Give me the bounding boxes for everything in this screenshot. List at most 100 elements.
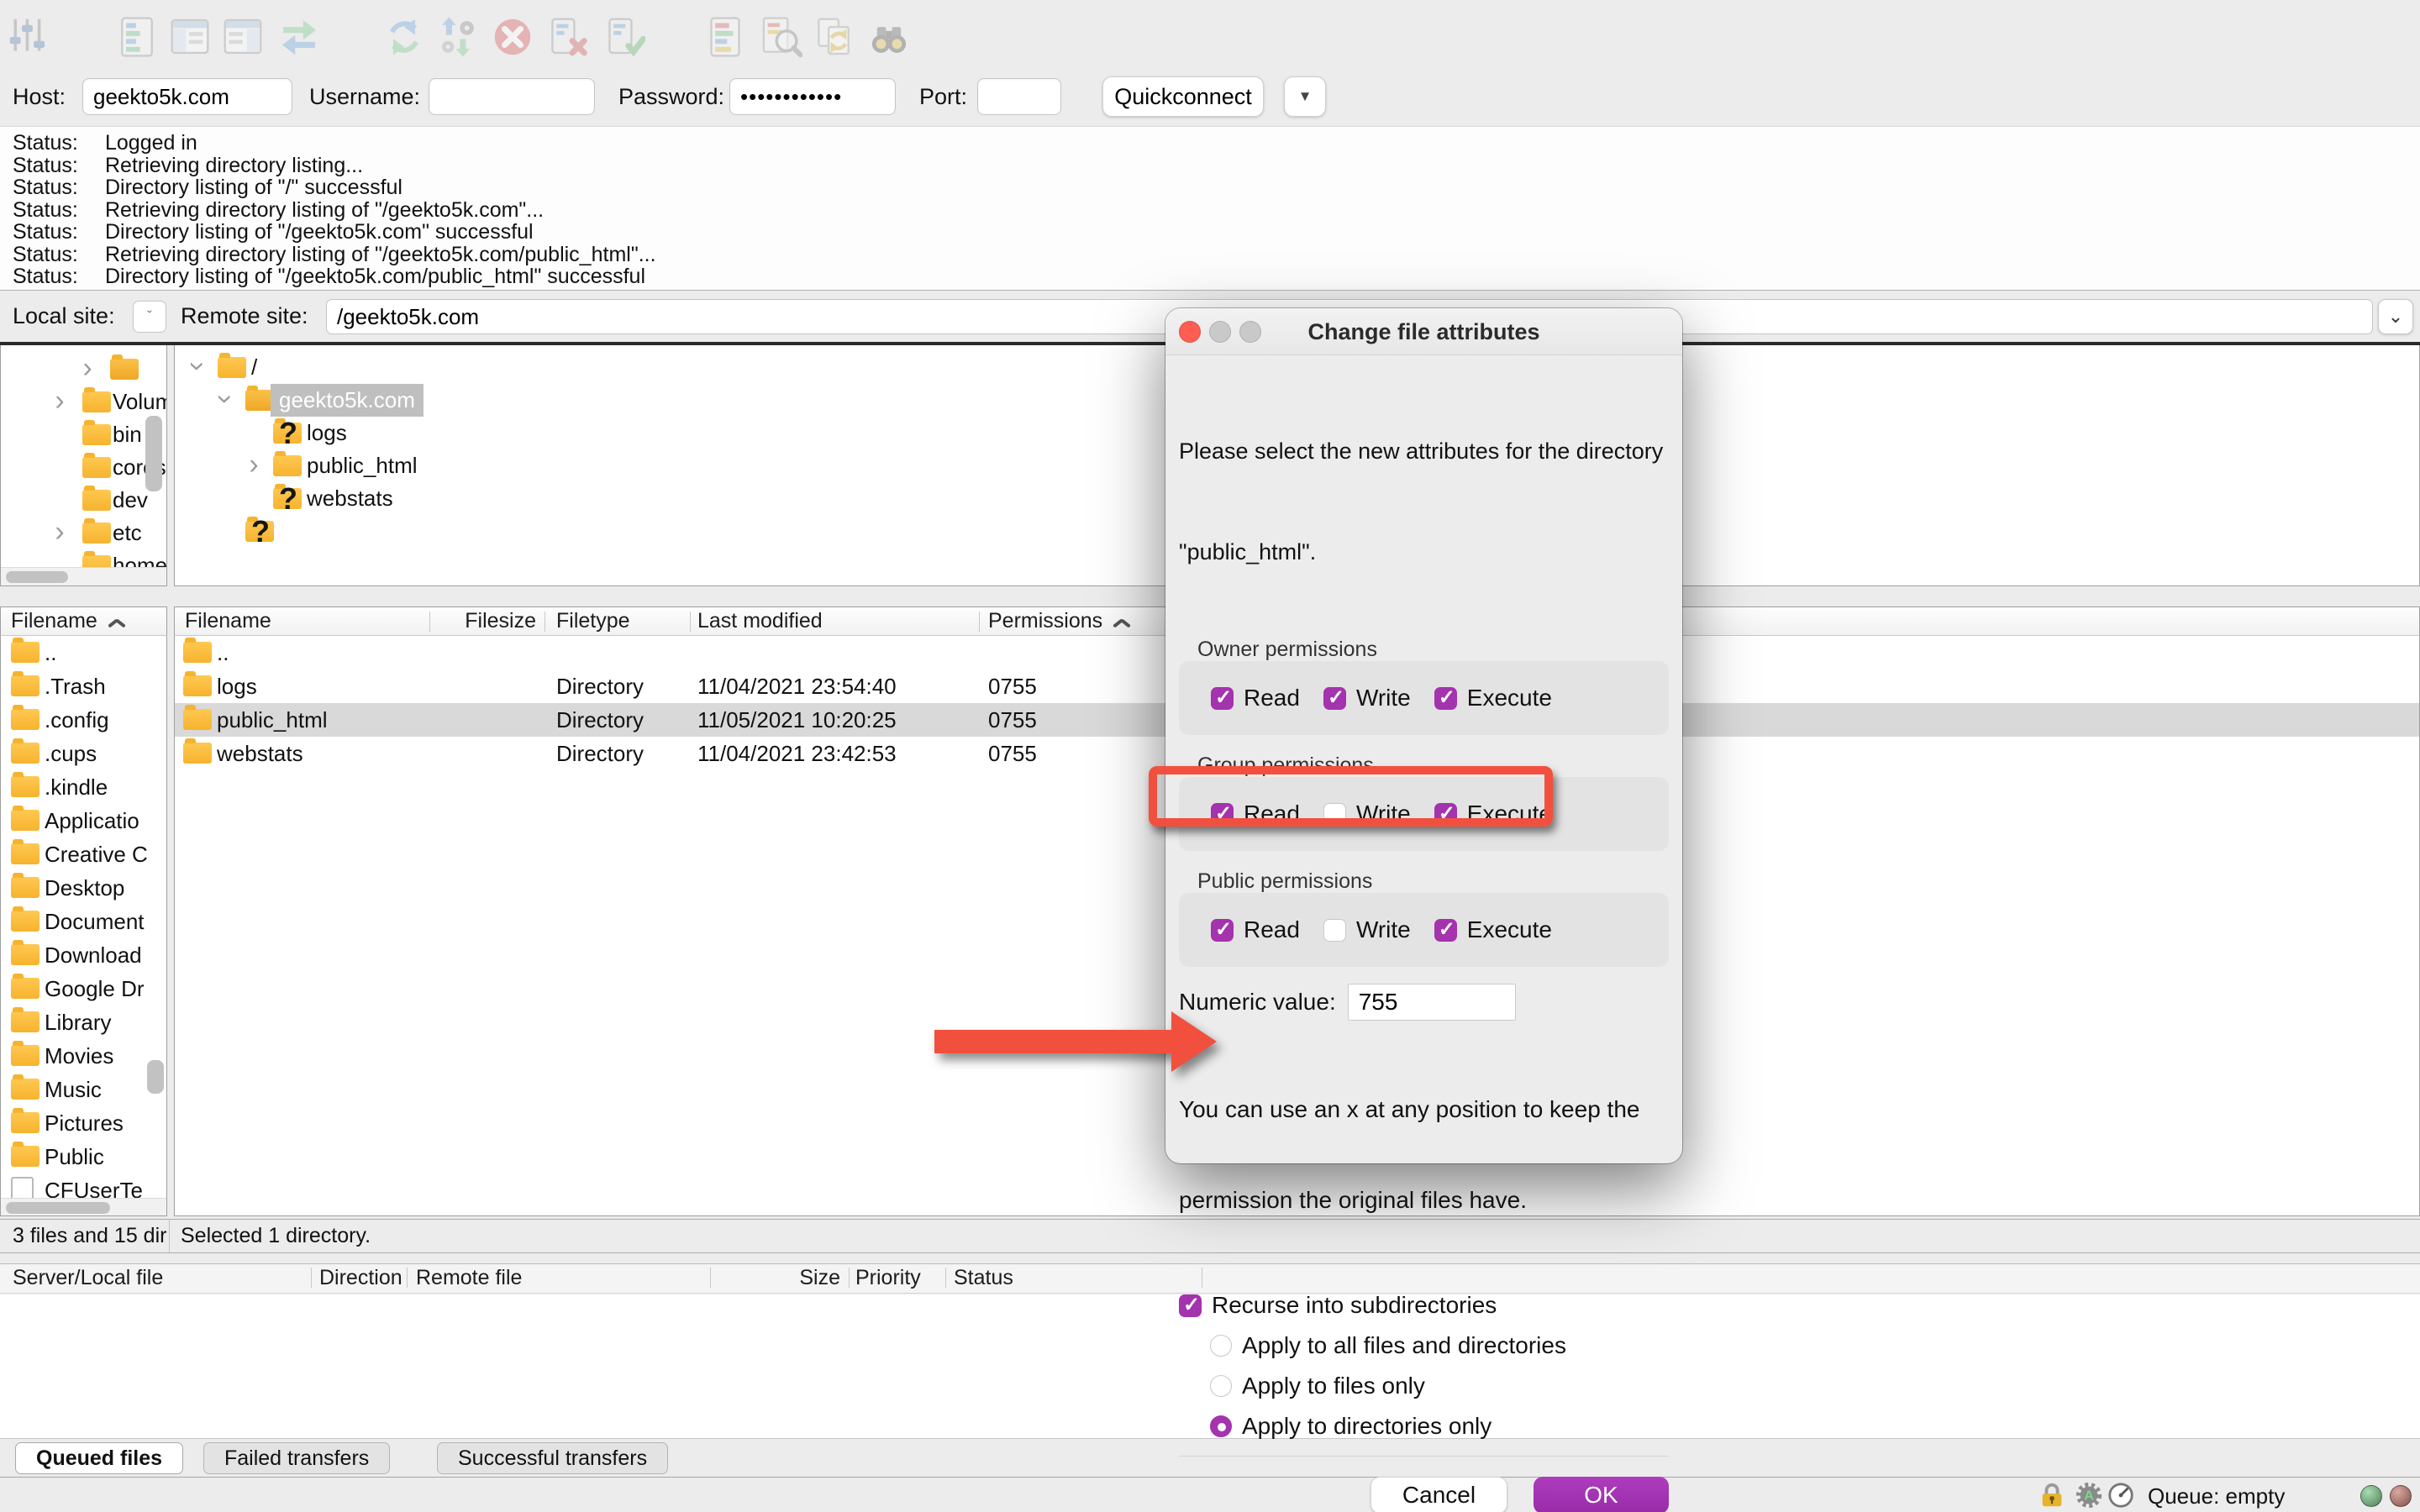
- filename-column-header[interactable]: Filename: [11, 609, 97, 633]
- checkbox-execute[interactable]: [1434, 685, 1457, 710]
- tree-label: geekto5k.com: [271, 384, 424, 417]
- log-line-type: Status:: [13, 265, 78, 288]
- numeric-value-row: Numeric value:: [1179, 984, 1669, 1021]
- checkbox-execute[interactable]: [1434, 917, 1457, 942]
- list-item-.Trash[interactable]: .Trash: [1, 669, 166, 703]
- list-item-.kindle[interactable]: .kindle: [1, 770, 166, 804]
- directory-filter-icon[interactable]: [703, 15, 747, 59]
- list-item-Desktop[interactable]: Desktop: [1, 871, 166, 905]
- filetype-settings-icon[interactable]: A: [2074, 1481, 2104, 1509]
- swap-panes-icon[interactable]: [277, 15, 321, 59]
- list-item-Pictures[interactable]: Pictures: [1, 1106, 166, 1140]
- radio-apply-to-files-only[interactable]: [1210, 1375, 1232, 1397]
- filename: Music: [45, 1077, 102, 1102]
- minimize-button[interactable]: [1209, 321, 1231, 343]
- toolbar: [0, 0, 2420, 74]
- folder-icon: [82, 486, 111, 511]
- host-input[interactable]: [82, 78, 292, 115]
- permissions-column-header[interactable]: Permissions: [988, 609, 1102, 633]
- chevron-right-icon[interactable]: [49, 386, 71, 418]
- list-item-Google Dr[interactable]: Google Dr: [1, 972, 166, 1005]
- list-item-Movies[interactable]: Movies: [1, 1039, 166, 1073]
- tree-item-etc[interactable]: etc: [1, 517, 166, 549]
- filename: .kindle: [45, 774, 108, 800]
- list-item-.cups[interactable]: .cups: [1, 737, 166, 770]
- checkbox-read[interactable]: [1211, 917, 1234, 942]
- queue-col-priority[interactable]: Priority: [855, 1264, 921, 1292]
- refresh-icon[interactable]: [382, 15, 426, 59]
- list-item-Public[interactable]: Public: [1, 1140, 166, 1173]
- checkbox-read[interactable]: [1211, 685, 1234, 710]
- remote-site-dropdown-button[interactable]: ⌄: [2378, 299, 2413, 334]
- checkbox-write[interactable]: [1323, 685, 1346, 710]
- synchronized-browsing-icon[interactable]: [812, 15, 855, 59]
- list-item-Music[interactable]: Music: [1, 1073, 166, 1106]
- filetype-column-header[interactable]: Filetype: [556, 607, 630, 635]
- local-list-vscrollbar[interactable]: [147, 1060, 164, 1094]
- queue-col-remote-file[interactable]: Remote file: [416, 1264, 522, 1292]
- speed-limits-icon[interactable]: [2106, 1481, 2136, 1509]
- scrollbar-thumb[interactable]: [6, 571, 68, 583]
- tab-failed-transfers[interactable]: Failed transfers: [203, 1442, 391, 1474]
- password-input[interactable]: [729, 78, 896, 115]
- remote-tree-toggle-icon[interactable]: [221, 15, 265, 59]
- zoom-button[interactable]: [1239, 321, 1261, 343]
- quickconnect-dropdown-button[interactable]: ▼: [1284, 76, 1326, 117]
- local-tree-hscrollbar[interactable]: [1, 567, 166, 585]
- list-item-Applicatio[interactable]: Applicatio: [1, 804, 166, 837]
- local-site-combobox[interactable]: ˇ: [133, 301, 166, 333]
- message-log-toggle-icon[interactable]: [115, 15, 159, 59]
- filesize-column-header[interactable]: Filesize: [429, 607, 536, 635]
- chevron-right-icon[interactable]: [76, 353, 98, 386]
- chevron-down-icon[interactable]: [215, 384, 237, 417]
- tree-item-bin[interactable]: bin: [1, 418, 166, 451]
- local-tree-vscrollbar[interactable]: [145, 416, 162, 491]
- list-item-Creative C[interactable]: Creative C: [1, 837, 166, 871]
- queue-col-direction[interactable]: Direction: [319, 1264, 402, 1292]
- tree-item-Volumes[interactable]: Volumes: [1, 386, 166, 418]
- queue-col-status[interactable]: Status: [954, 1264, 1013, 1292]
- recurse-checkbox[interactable]: [1179, 1293, 1202, 1317]
- remote-selection-summary: Selected 1 directory.: [181, 1224, 371, 1247]
- scrollbar-thumb[interactable]: [6, 1202, 110, 1214]
- port-input[interactable]: [977, 78, 1061, 115]
- find-files-icon[interactable]: [867, 15, 911, 59]
- local-list-header[interactable]: Filename: [0, 606, 167, 636]
- numeric-value-input[interactable]: [1347, 984, 1516, 1021]
- close-button[interactable]: [1179, 321, 1201, 343]
- site-manager-icon[interactable]: [6, 15, 50, 59]
- chevron-right-icon[interactable]: [243, 449, 265, 482]
- lock-icon[interactable]: [2037, 1481, 2067, 1509]
- list-item-.config[interactable]: .config: [1, 703, 166, 737]
- tab-successful-transfers[interactable]: Successful transfers: [437, 1442, 669, 1474]
- folder-icon: [11, 1007, 39, 1032]
- queue-col-size[interactable]: Size: [714, 1264, 840, 1292]
- local-tree-toggle-icon[interactable]: [168, 15, 212, 59]
- tree-item-cores[interactable]: cores: [1, 451, 166, 484]
- tab-queued-files[interactable]: Queued files: [15, 1442, 184, 1474]
- list-item-Download[interactable]: Download: [1, 938, 166, 972]
- quickconnect-button[interactable]: Quickconnect: [1102, 76, 1264, 117]
- list-item-Document[interactable]: Document: [1, 905, 166, 938]
- reconnect-icon[interactable]: [602, 15, 645, 59]
- list-item-..[interactable]: ..: [1, 636, 166, 669]
- filename-column-header[interactable]: Filename: [185, 607, 271, 635]
- chevron-right-icon[interactable]: [49, 517, 71, 549]
- list-item-Library[interactable]: Library: [1, 1005, 166, 1039]
- process-queue-icon[interactable]: [436, 15, 480, 59]
- checkbox-write[interactable]: [1323, 918, 1346, 942]
- directory-comparison-icon[interactable]: [759, 15, 802, 59]
- chevron-down-icon[interactable]: [187, 351, 209, 384]
- cancel-button[interactable]: Cancel: [1370, 1477, 1507, 1512]
- disconnect-icon[interactable]: [544, 15, 588, 59]
- tree-item-dev[interactable]: dev: [1, 484, 166, 517]
- ok-button[interactable]: OK: [1534, 1477, 1669, 1512]
- radio-apply-to-all-files-and-directories[interactable]: [1210, 1335, 1232, 1357]
- username-input[interactable]: [429, 78, 595, 115]
- tree-item[interactable]: [1, 353, 166, 386]
- last-modified-column-header[interactable]: Last modified: [697, 607, 823, 635]
- cancel-icon[interactable]: [491, 15, 534, 59]
- local-list-hscrollbar[interactable]: [1, 1198, 166, 1215]
- queue-col-server-local[interactable]: Server/Local file: [13, 1264, 163, 1292]
- radio-apply-to-directories-only[interactable]: [1210, 1415, 1232, 1437]
